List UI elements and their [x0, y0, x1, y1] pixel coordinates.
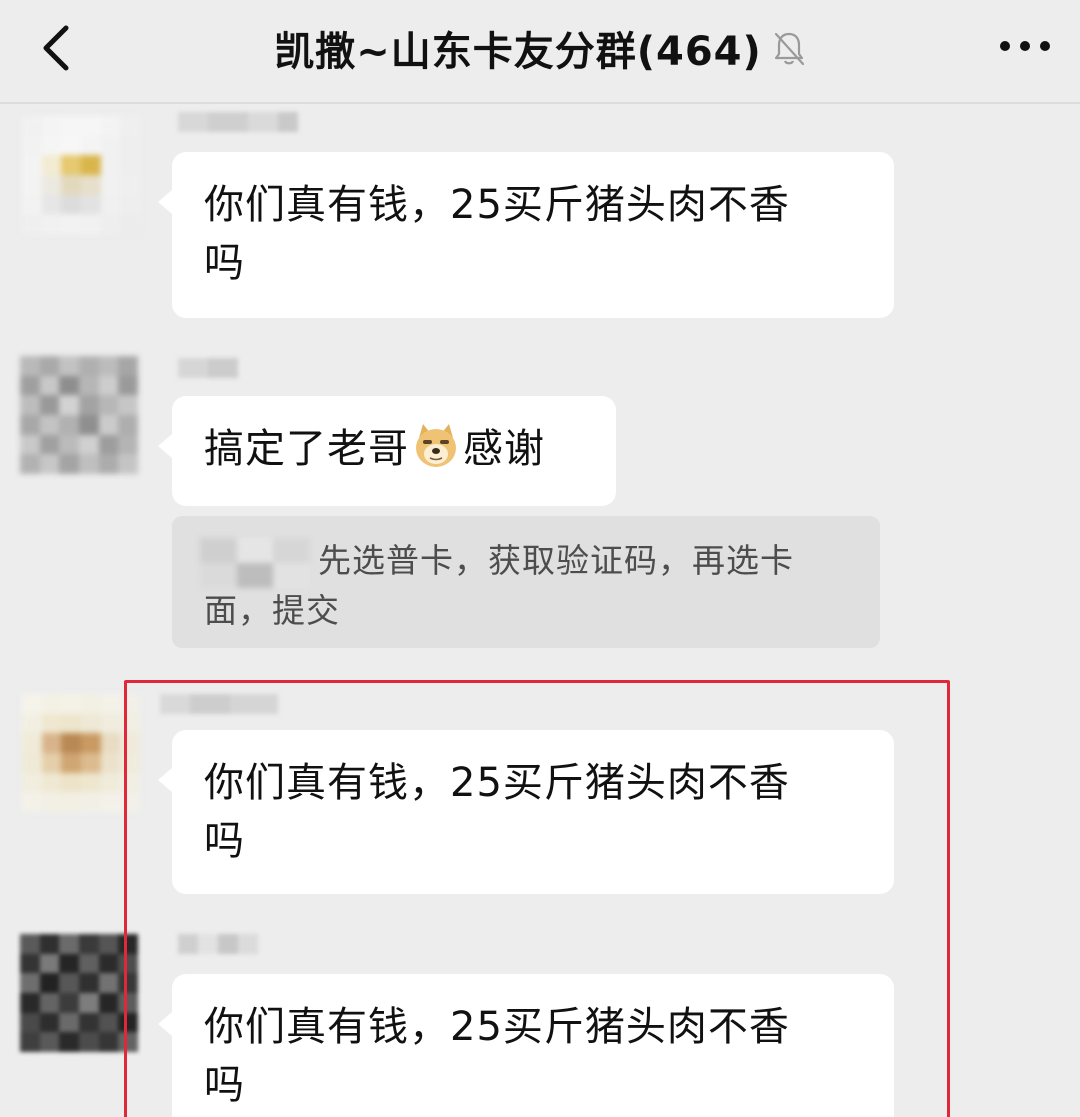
message-bubble[interactable]: 搞定了老哥 感谢: [158, 396, 616, 506]
more-dots-icon: [1000, 41, 1050, 51]
message-text: 吗: [204, 240, 245, 286]
chat-screen: 凯撒~山东卡友分群(464) 你们真有钱，25买斤猪头肉不香 吗 搞定了老哥 感…: [0, 0, 1080, 1117]
message-text: 你们真有钱，25买斤猪头肉不香: [204, 182, 790, 228]
quoted-text: 面，提交: [204, 591, 340, 630]
back-button[interactable]: [30, 12, 90, 84]
sender-name: [178, 112, 298, 132]
quoted-sender-name: [200, 538, 310, 588]
chat-header: 凯撒~山东卡友分群(464): [0, 0, 1080, 104]
sender-name: [178, 358, 238, 378]
avatar[interactable]: [20, 356, 138, 474]
message-bubble[interactable]: 你们真有钱，25买斤猪头肉不香 吗: [158, 152, 894, 318]
bell-slash-icon: [774, 32, 804, 66]
more-options-button[interactable]: [992, 22, 1058, 70]
chevron-left-icon: [43, 25, 69, 71]
message-text-part: 感谢: [463, 426, 545, 472]
message-text: 搞定了老哥 感谢: [204, 420, 584, 478]
avatar[interactable]: [20, 934, 138, 1052]
quoted-text: 先选普卡，获取验证码，再选卡: [318, 541, 794, 580]
avatar[interactable]: [22, 116, 140, 234]
quoted-message[interactable]: 先选普卡，获取验证码，再选卡 面，提交: [172, 516, 880, 648]
chat-title: 凯撒~山东卡友分群(464): [274, 29, 762, 75]
highlight-frame: [124, 680, 950, 1117]
avatar[interactable]: [22, 694, 140, 812]
message-text-part: 搞定了老哥: [204, 426, 409, 472]
chat-title-group: 凯撒~山东卡友分群(464): [150, 18, 930, 78]
doge-emoji-icon: [416, 424, 456, 467]
